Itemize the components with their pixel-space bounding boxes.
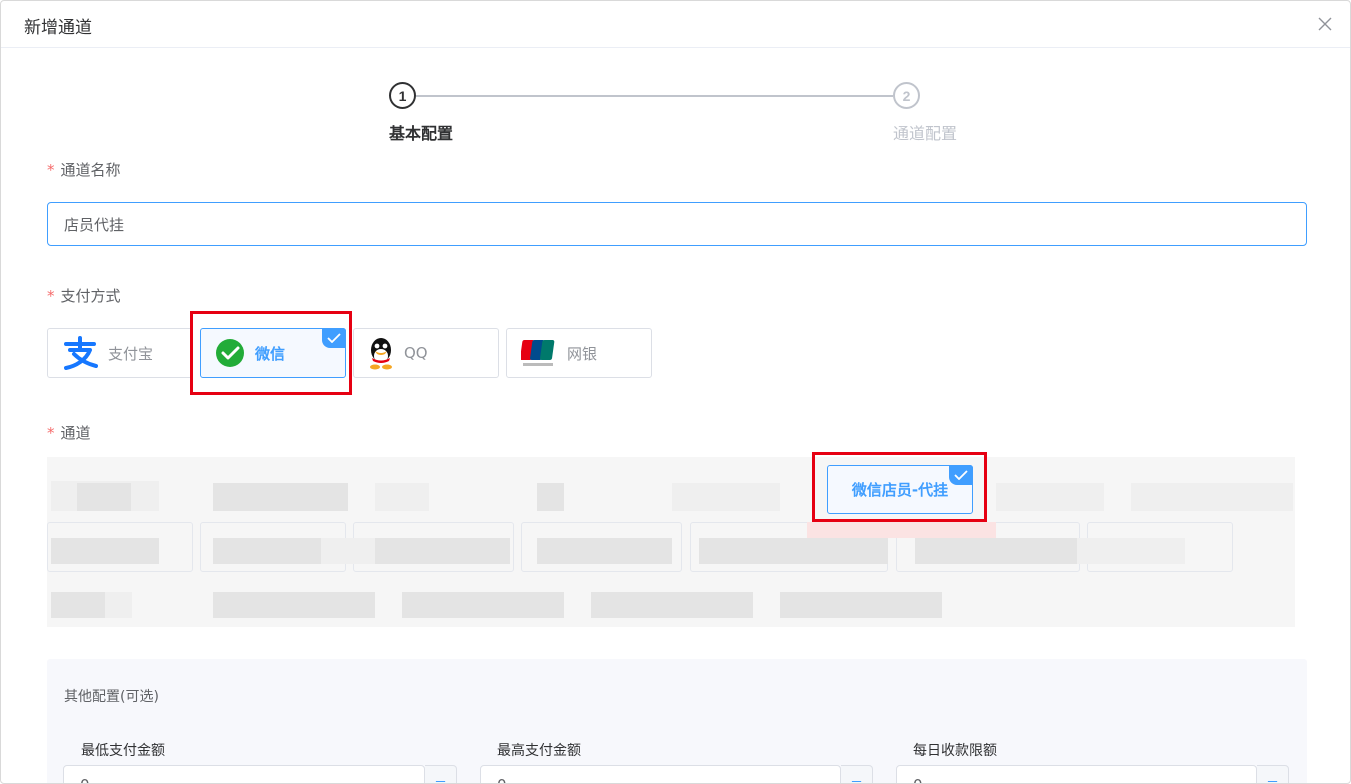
dialog-title: 新增通道	[24, 18, 92, 38]
add-channel-dialog: 新增通道 1 2 基本配置 通道配置 *通道名称 *支付方式 支付宝 微信	[0, 0, 1351, 784]
channel-name-label: * 通道名称	[47, 161, 121, 179]
pay-method-label: * 支付方式	[47, 287, 121, 305]
daily-limit-unit: 元	[1257, 765, 1289, 783]
min-amount-unit: 元	[425, 765, 457, 783]
wechat-icon	[215, 338, 245, 368]
pay-option-qq[interactable]: QQ	[353, 328, 499, 378]
dialog-header: 新增通道	[1, 1, 1350, 48]
daily-limit-input[interactable]	[896, 765, 1257, 783]
daily-limit-label: 每日收款限额	[913, 743, 997, 759]
step-connector	[416, 95, 893, 97]
step-1-label: 基本配置	[389, 124, 454, 143]
max-amount-unit: 元	[841, 765, 873, 783]
max-amount-label: 最高支付金额	[497, 743, 581, 759]
pay-option-wechat[interactable]: 微信	[200, 328, 346, 378]
min-amount-label: 最低支付金额	[81, 743, 165, 759]
channel-option-selected[interactable]: 微信店员-代挂	[827, 465, 973, 514]
max-amount-input[interactable]	[480, 765, 841, 783]
unionpay-icon	[521, 337, 557, 369]
channel-name-input[interactable]	[47, 202, 1307, 246]
other-config-panel: 其他配置(可选) 最低支付金额 元 最高支付金额 元 每日收款限额 元	[47, 659, 1307, 783]
step-1-circle: 1	[389, 82, 416, 109]
pay-option-alipay[interactable]: 支付宝	[47, 328, 193, 378]
step-2-label: 通道配置	[893, 124, 958, 143]
min-amount-input[interactable]	[63, 765, 425, 783]
check-icon	[322, 328, 346, 348]
pay-option-unionpay[interactable]: 网银	[506, 328, 652, 378]
step-2-circle: 2	[893, 82, 920, 109]
qq-icon	[366, 336, 396, 370]
other-config-title: 其他配置(可选)	[64, 689, 159, 705]
alipay-icon	[62, 336, 98, 370]
channel-label: * 通道	[47, 424, 91, 442]
close-icon[interactable]	[1316, 15, 1334, 33]
check-icon	[949, 465, 973, 485]
